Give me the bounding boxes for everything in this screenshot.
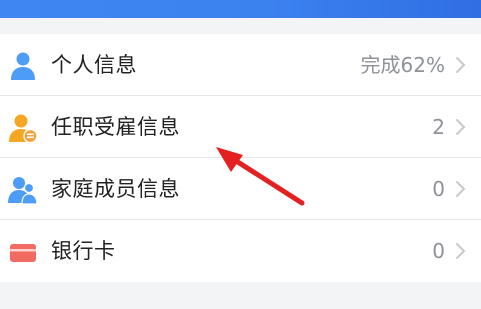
bank-card-icon — [10, 244, 36, 262]
row-personal-info[interactable]: 个人信息 完成62% — [0, 34, 481, 96]
row-value-bank-card: 0 — [432, 239, 445, 263]
row-value-family-members-info: 0 — [432, 177, 445, 201]
row-value-employment-info: 2 — [432, 115, 445, 139]
row-employment-info[interactable]: 任职受雇信息 2 — [0, 96, 481, 158]
row-label-employment-info: 任职受雇信息 — [51, 115, 180, 139]
person-icon — [11, 52, 35, 80]
chevron-right-icon — [456, 57, 466, 73]
row-label-bank-card: 银行卡 — [51, 239, 116, 263]
chevron-right-icon — [456, 181, 466, 197]
row-label-family-members-info: 家庭成员信息 — [51, 177, 180, 201]
chevron-right-icon — [456, 243, 466, 259]
info-list: 个人信息 完成62% 任职受雇信息 2 家庭成员信息 0 银行卡 0 — [0, 34, 481, 282]
chevron-right-icon — [456, 119, 466, 135]
top-header-banner — [0, 0, 481, 18]
row-label-personal-info: 个人信息 — [51, 53, 137, 77]
row-family-members-info[interactable]: 家庭成员信息 0 — [0, 158, 481, 220]
row-bank-card[interactable]: 银行卡 0 — [0, 220, 481, 282]
family-members-icon — [8, 177, 38, 205]
person-work-icon — [9, 114, 38, 143]
row-value-personal-info: 完成62% — [360, 53, 445, 77]
